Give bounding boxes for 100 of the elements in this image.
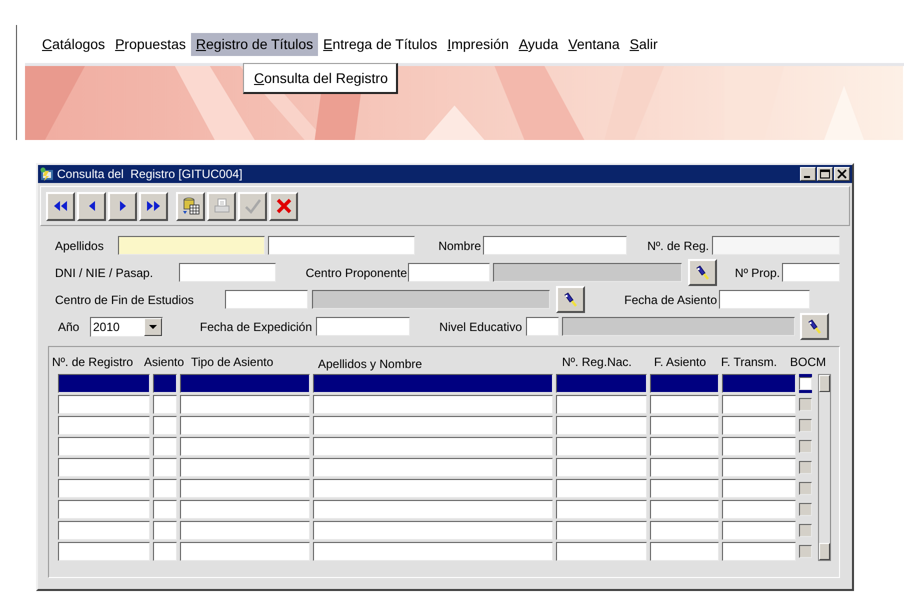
input-field[interactable] xyxy=(225,290,308,309)
maximize-button[interactable] xyxy=(817,167,833,181)
minimize-button[interactable] xyxy=(800,167,816,181)
table-cell[interactable] xyxy=(313,458,553,477)
table-cell[interactable] xyxy=(556,542,647,561)
input-field[interactable] xyxy=(782,263,840,282)
table-cell[interactable] xyxy=(556,374,647,393)
table-cell[interactable] xyxy=(58,479,150,498)
menu-item[interactable]: Consulta del Registro xyxy=(254,70,388,86)
table-cell[interactable] xyxy=(722,479,796,498)
table-cell[interactable] xyxy=(58,395,150,414)
table-cell[interactable] xyxy=(650,521,719,540)
table-cell[interactable] xyxy=(153,479,177,498)
toolbar-button[interactable] xyxy=(139,192,168,220)
menu-item[interactable]: Ventana xyxy=(563,32,625,56)
menu-item[interactable]: Registro de Títulos xyxy=(190,32,318,56)
table-cell[interactable] xyxy=(313,416,553,435)
table-cell[interactable] xyxy=(722,542,796,561)
table-cell[interactable] xyxy=(313,500,553,519)
list-button[interactable] xyxy=(800,313,829,340)
table-cell[interactable] xyxy=(722,521,796,540)
table-cell[interactable] xyxy=(58,416,150,435)
table-cell[interactable] xyxy=(556,479,647,498)
close-button[interactable] xyxy=(834,167,850,181)
table-cell[interactable] xyxy=(58,500,150,519)
table-cell[interactable] xyxy=(313,374,553,393)
table-cell[interactable] xyxy=(180,500,310,519)
table-cell[interactable] xyxy=(556,437,647,456)
table-cell[interactable] xyxy=(58,458,150,477)
dropdown-button[interactable] xyxy=(144,318,162,336)
table-cell[interactable] xyxy=(650,479,719,498)
table-cell[interactable] xyxy=(153,521,177,540)
input-field[interactable] xyxy=(268,236,415,255)
table-cell[interactable] xyxy=(180,395,310,414)
menu-item[interactable]: Salir xyxy=(624,32,663,56)
scrollbar[interactable] xyxy=(818,374,831,561)
table-cell[interactable] xyxy=(722,458,796,477)
table-cell[interactable] xyxy=(180,374,310,393)
table-cell[interactable] xyxy=(556,500,647,519)
table-cell[interactable] xyxy=(313,521,553,540)
menu-item[interactable]: Propuestas xyxy=(110,32,191,56)
table-cell[interactable] xyxy=(313,542,553,561)
table-cell[interactable] xyxy=(153,374,177,393)
table-cell[interactable] xyxy=(313,479,553,498)
table-cell[interactable] xyxy=(650,437,719,456)
toolbar-button[interactable] xyxy=(46,192,75,220)
input-field[interactable] xyxy=(719,290,810,309)
table-cell[interactable] xyxy=(180,521,310,540)
table-cell[interactable] xyxy=(650,374,719,393)
table-cell[interactable] xyxy=(180,479,310,498)
table-cell[interactable] xyxy=(153,542,177,561)
input-field[interactable] xyxy=(316,317,410,336)
toolbar-button[interactable] xyxy=(269,192,298,220)
dropdown-field[interactable]: 2010 xyxy=(90,316,163,336)
table-cell[interactable] xyxy=(58,521,150,540)
input-field[interactable] xyxy=(526,317,559,336)
table-cell[interactable] xyxy=(722,500,796,519)
input-field[interactable] xyxy=(483,236,627,255)
field-label: Apellidos xyxy=(55,238,105,252)
menu-item[interactable]: Entrega de Títulos xyxy=(318,32,442,56)
table-cell[interactable] xyxy=(650,500,719,519)
table-cell[interactable] xyxy=(180,437,310,456)
table-cell[interactable] xyxy=(556,395,647,414)
table-cell[interactable] xyxy=(180,542,310,561)
table-cell[interactable] xyxy=(650,395,719,414)
table-cell[interactable] xyxy=(313,395,553,414)
table-cell[interactable] xyxy=(722,374,796,393)
table-cell[interactable] xyxy=(153,437,177,456)
input-field[interactable] xyxy=(179,263,276,282)
list-button[interactable] xyxy=(556,286,585,313)
checkbox[interactable] xyxy=(799,377,812,390)
table-cell[interactable] xyxy=(722,416,796,435)
toolbar-button[interactable] xyxy=(77,192,106,220)
input-field[interactable] xyxy=(408,263,490,282)
table-cell[interactable] xyxy=(722,395,796,414)
menu-item[interactable]: Ayuda xyxy=(514,32,564,56)
menu-item[interactable]: Catálogos xyxy=(37,32,110,56)
table-cell[interactable] xyxy=(58,437,150,456)
menu-item[interactable]: Impresión xyxy=(442,32,514,56)
toolbar-button[interactable] xyxy=(108,192,137,220)
input-field[interactable] xyxy=(118,236,265,255)
table-cell[interactable] xyxy=(722,437,796,456)
toolbar-button[interactable] xyxy=(176,192,205,220)
table-cell[interactable] xyxy=(153,458,177,477)
table-cell[interactable] xyxy=(556,458,647,477)
table-cell[interactable] xyxy=(153,500,177,519)
column-header: F. Asiento xyxy=(654,355,708,369)
table-cell[interactable] xyxy=(650,542,719,561)
table-cell[interactable] xyxy=(180,458,310,477)
table-cell[interactable] xyxy=(313,437,553,456)
table-cell[interactable] xyxy=(556,521,647,540)
list-button[interactable] xyxy=(688,259,717,286)
table-cell[interactable] xyxy=(153,395,177,414)
table-cell[interactable] xyxy=(650,458,719,477)
table-cell[interactable] xyxy=(650,416,719,435)
table-cell[interactable] xyxy=(556,416,647,435)
table-cell[interactable] xyxy=(58,542,150,561)
table-cell[interactable] xyxy=(58,374,150,393)
table-cell[interactable] xyxy=(180,416,310,435)
table-cell[interactable] xyxy=(153,416,177,435)
